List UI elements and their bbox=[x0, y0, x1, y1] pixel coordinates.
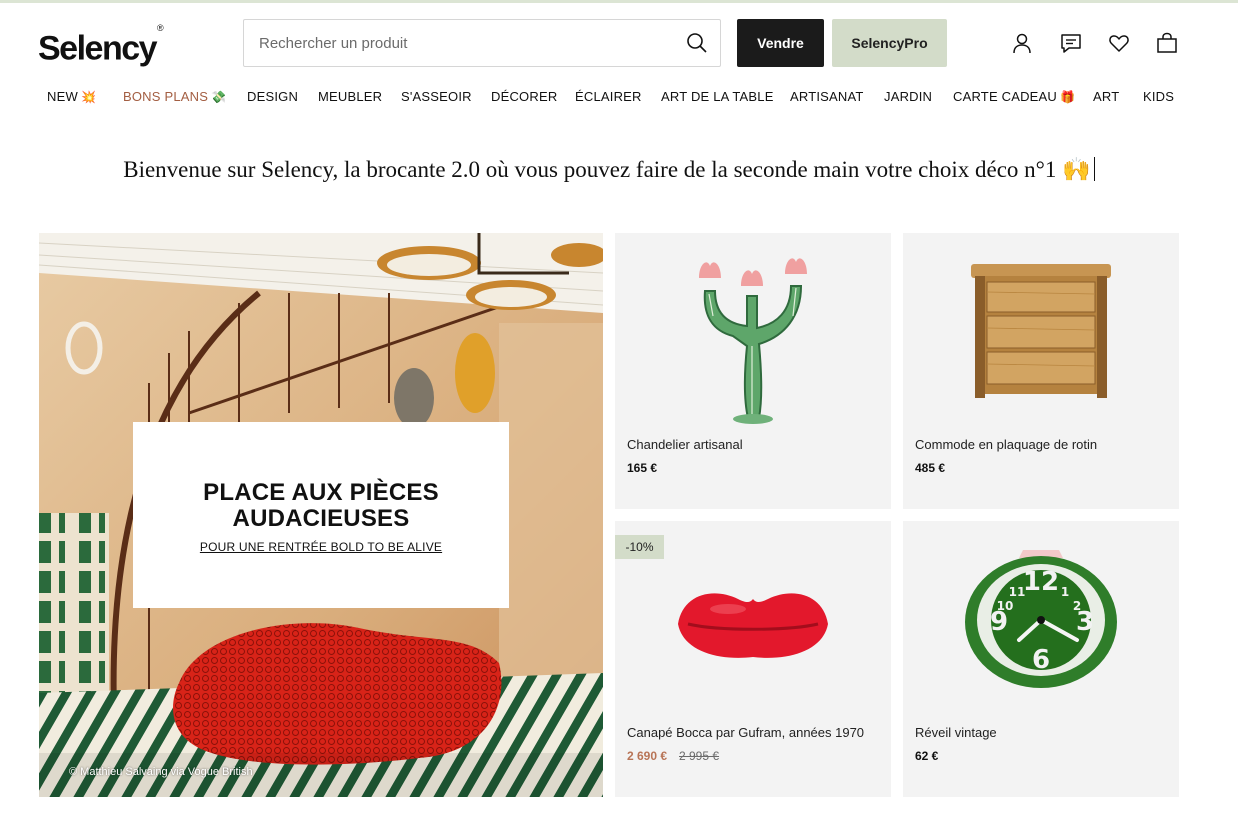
discount-badge: -10% bbox=[615, 535, 664, 559]
raised-hands-emoji: 🙌 bbox=[1062, 157, 1091, 182]
hero-link[interactable]: POUR UNE RENTRÉE BOLD TO BE ALIVE bbox=[200, 540, 442, 554]
product-card[interactable]: -10% Canapé Bocca par Gufram, années 197… bbox=[615, 521, 891, 797]
nav-label: BONS PLANS bbox=[123, 89, 209, 104]
nav-item-decorer[interactable]: DÉCORER bbox=[491, 86, 557, 108]
svg-text:2: 2 bbox=[1073, 599, 1081, 613]
product-old-price: 2 995 € bbox=[679, 749, 720, 763]
messages-icon[interactable] bbox=[1058, 30, 1084, 56]
hero-title: PLACE AUX PIÈCES AUDACIEUSES bbox=[203, 479, 439, 532]
product-image-alarm-clock: 12 3 6 9 1 2 11 10 bbox=[903, 521, 1179, 716]
nav-item-meubler[interactable]: MEUBLER bbox=[318, 86, 382, 108]
product-title: Canapé Bocca par Gufram, années 1970 bbox=[627, 725, 865, 740]
svg-text:6: 6 bbox=[1032, 645, 1050, 675]
nav-item-art-de-la-table[interactable]: ART DE LA TABLE bbox=[661, 86, 774, 108]
nav-item-carte-cadeau[interactable]: CARTE CADEAU 🎁 bbox=[953, 86, 1075, 108]
nav-item-artisanat[interactable]: ARTISANAT bbox=[790, 86, 864, 108]
welcome-text: Bienvenue sur Selency, la brocante 2.0 o… bbox=[123, 157, 1057, 182]
nav-item-new[interactable]: NEW 💥 bbox=[47, 86, 96, 108]
product-image-commode bbox=[903, 233, 1179, 428]
svg-text:11: 11 bbox=[1009, 585, 1026, 599]
search-icon[interactable] bbox=[674, 20, 720, 66]
selencypro-button[interactable]: SelencyPro bbox=[832, 19, 947, 67]
sell-button[interactable]: Vendre bbox=[737, 19, 824, 67]
svg-text:12: 12 bbox=[1023, 567, 1059, 597]
welcome-banner: Bienvenue sur Selency, la brocante 2.0 o… bbox=[0, 156, 1218, 183]
nav-item-jardin[interactable]: JARDIN bbox=[884, 86, 932, 108]
svg-text:1: 1 bbox=[1061, 585, 1069, 599]
search-bar bbox=[243, 19, 721, 67]
hero-card: PLACE AUX PIÈCES AUDACIEUSES POUR UNE RE… bbox=[133, 422, 509, 608]
logo-text: Selency bbox=[38, 29, 158, 68]
registered-mark: ® bbox=[157, 23, 164, 33]
product-price: 165 € bbox=[627, 461, 658, 475]
nav-item-kids[interactable]: KIDS bbox=[1143, 86, 1174, 108]
bag-icon[interactable] bbox=[1154, 30, 1180, 56]
nav-item-bons-plans[interactable]: BONS PLANS 💸 bbox=[123, 86, 226, 108]
nav-label: NEW bbox=[47, 89, 78, 104]
product-card[interactable]: Commode en plaquage de rotin 485 € bbox=[903, 233, 1179, 509]
product-card[interactable]: Chandelier artisanal 165 € bbox=[615, 233, 891, 509]
product-price: 485 € bbox=[915, 461, 946, 475]
main-navigation: NEW 💥 BONS PLANS 💸 DESIGN MEUBLER S'ASSEOI… bbox=[0, 86, 1238, 110]
svg-text:10: 10 bbox=[997, 599, 1014, 613]
hero-banner[interactable]: PLACE AUX PIÈCES AUDACIEUSES POUR UNE RE… bbox=[39, 233, 603, 797]
collision-emoji: 💥 bbox=[80, 90, 97, 104]
product-title: Chandelier artisanal bbox=[627, 437, 743, 452]
typing-caret bbox=[1093, 157, 1095, 181]
product-sale-price: 2 690 € bbox=[627, 749, 668, 763]
user-icon[interactable] bbox=[1009, 30, 1035, 56]
product-title: Commode en plaquage de rotin bbox=[915, 437, 1098, 452]
photo-credit: © Matthieu Salvaing via Vogue British bbox=[69, 766, 253, 778]
product-card[interactable]: 12 3 6 9 1 2 11 10 Réveil vintage 62 € bbox=[903, 521, 1179, 797]
nav-item-art[interactable]: ART bbox=[1093, 86, 1119, 108]
nav-item-eclairer[interactable]: ÉCLAIRER bbox=[575, 86, 642, 108]
selency-logo[interactable]: Selency® bbox=[38, 23, 164, 68]
money-emoji: 💸 bbox=[211, 90, 227, 104]
nav-item-sasseoir[interactable]: S'ASSEOIR bbox=[401, 86, 472, 108]
product-image-candelabra bbox=[615, 233, 891, 428]
gift-emoji: 🎁 bbox=[1060, 90, 1076, 104]
nav-label: CARTE CADEAU bbox=[953, 89, 1058, 104]
product-price: 62 € bbox=[915, 749, 939, 763]
top-accent-strip bbox=[0, 0, 1238, 3]
search-input[interactable] bbox=[244, 20, 674, 66]
nav-item-design[interactable]: DESIGN bbox=[247, 86, 298, 108]
product-title: Réveil vintage bbox=[915, 725, 997, 740]
heart-icon[interactable] bbox=[1106, 30, 1132, 56]
